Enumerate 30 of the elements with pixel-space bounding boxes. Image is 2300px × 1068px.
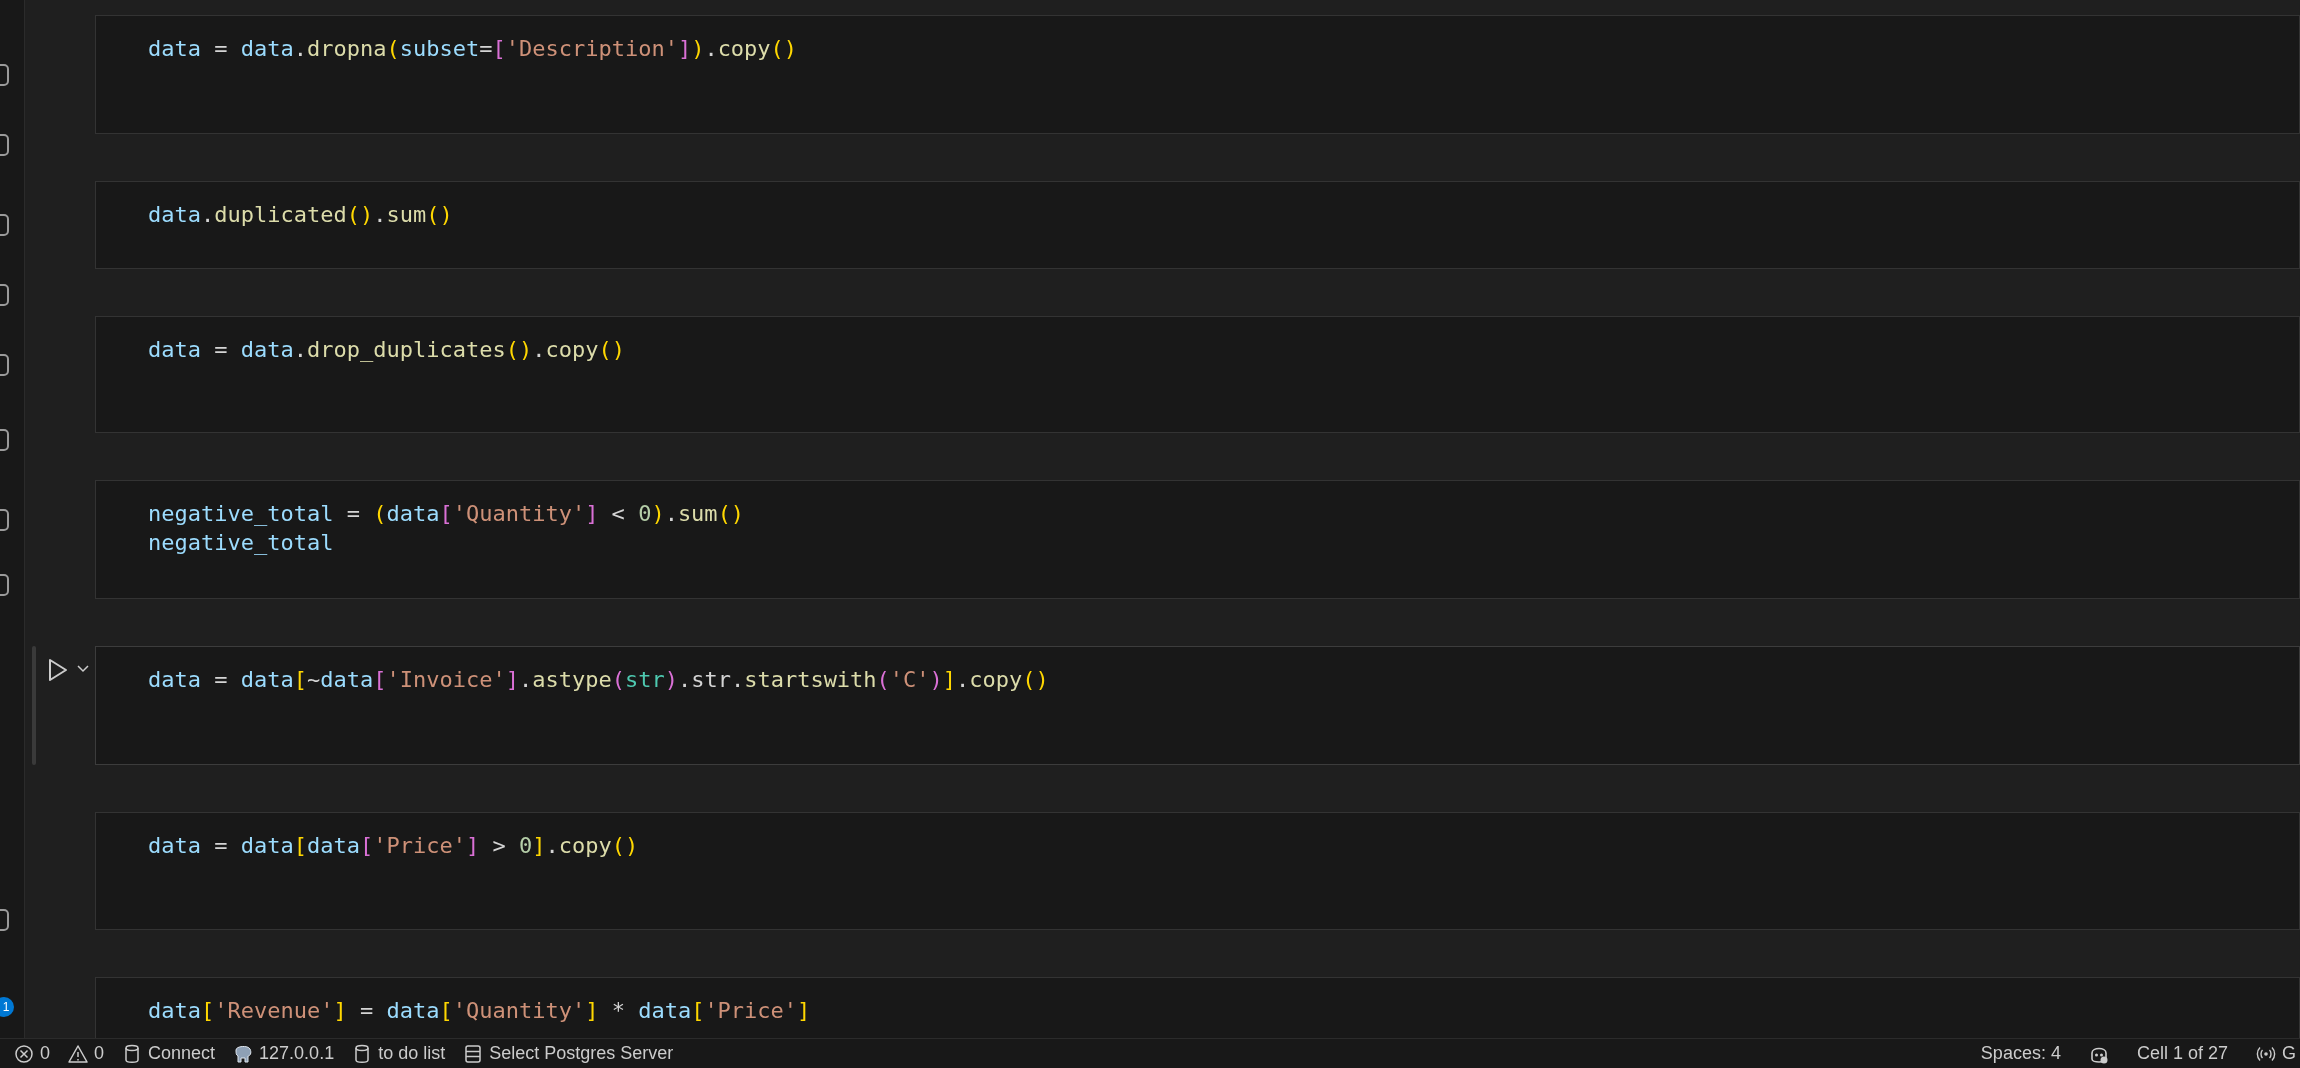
warning-icon: [68, 1043, 88, 1064]
status-item[interactable]: Spaces: 4: [1980, 1039, 2061, 1068]
chevron-down-icon[interactable]: [77, 665, 89, 673]
status-item[interactable]: 0: [14, 1039, 50, 1068]
code-line: data['Revenue'] = data['Quantity'] * data['Price']: [148, 997, 811, 1025]
code-line: data = data[data['Price'] > 0].copy(): [148, 832, 639, 860]
code-cell[interactable]: data.duplicated().sum(): [95, 181, 2300, 269]
status-item[interactable]: Connect: [122, 1039, 216, 1068]
code-line: negative_total: [148, 529, 334, 557]
status-item[interactable]: G: [2256, 1039, 2296, 1068]
code-cell[interactable]: data = data[data['Price'] > 0].copy(): [95, 812, 2300, 930]
code-line: data = data.drop_duplicates().copy(): [148, 336, 625, 364]
code-line: data.duplicated().sum(): [148, 201, 453, 229]
code-line: negative_total = (data['Quantity'] < 0).sum(): [148, 500, 745, 528]
error-icon: [14, 1043, 34, 1064]
notification-badge: 1: [0, 997, 14, 1017]
code-cell[interactable]: data = data[~data['Invoice'].astype(str).str.startswith('C')].copy(): [95, 646, 2300, 765]
server-icon: [463, 1043, 484, 1064]
code-cell[interactable]: data = data.drop_duplicates().copy(): [95, 316, 2300, 433]
code-line: data = data.dropna(subset=['Description']).copy(): [148, 35, 798, 63]
code-line: data = data[~data['Invoice'].astype(str).str.startswith('C')].copy(): [148, 666, 1049, 694]
code-cell[interactable]: negative_total = (data['Quantity'] < 0).sum() negative_total: [95, 480, 2300, 599]
status-item[interactable]: to do list: [352, 1039, 446, 1068]
status-item[interactable]: Select Postgres Server: [463, 1039, 674, 1068]
status-item[interactable]: 0: [68, 1039, 105, 1068]
code-cell[interactable]: data['Revenue'] = data['Quantity'] * data['Price']: [95, 977, 2300, 1038]
code-cell[interactable]: data = data.dropna(subset=['Description']).copy(): [95, 15, 2300, 134]
status-item[interactable]: 127.0.0.1: [233, 1039, 335, 1068]
status-item[interactable]: Cell 1 of 27: [2136, 1039, 2228, 1068]
run-icon[interactable]: [47, 658, 69, 682]
